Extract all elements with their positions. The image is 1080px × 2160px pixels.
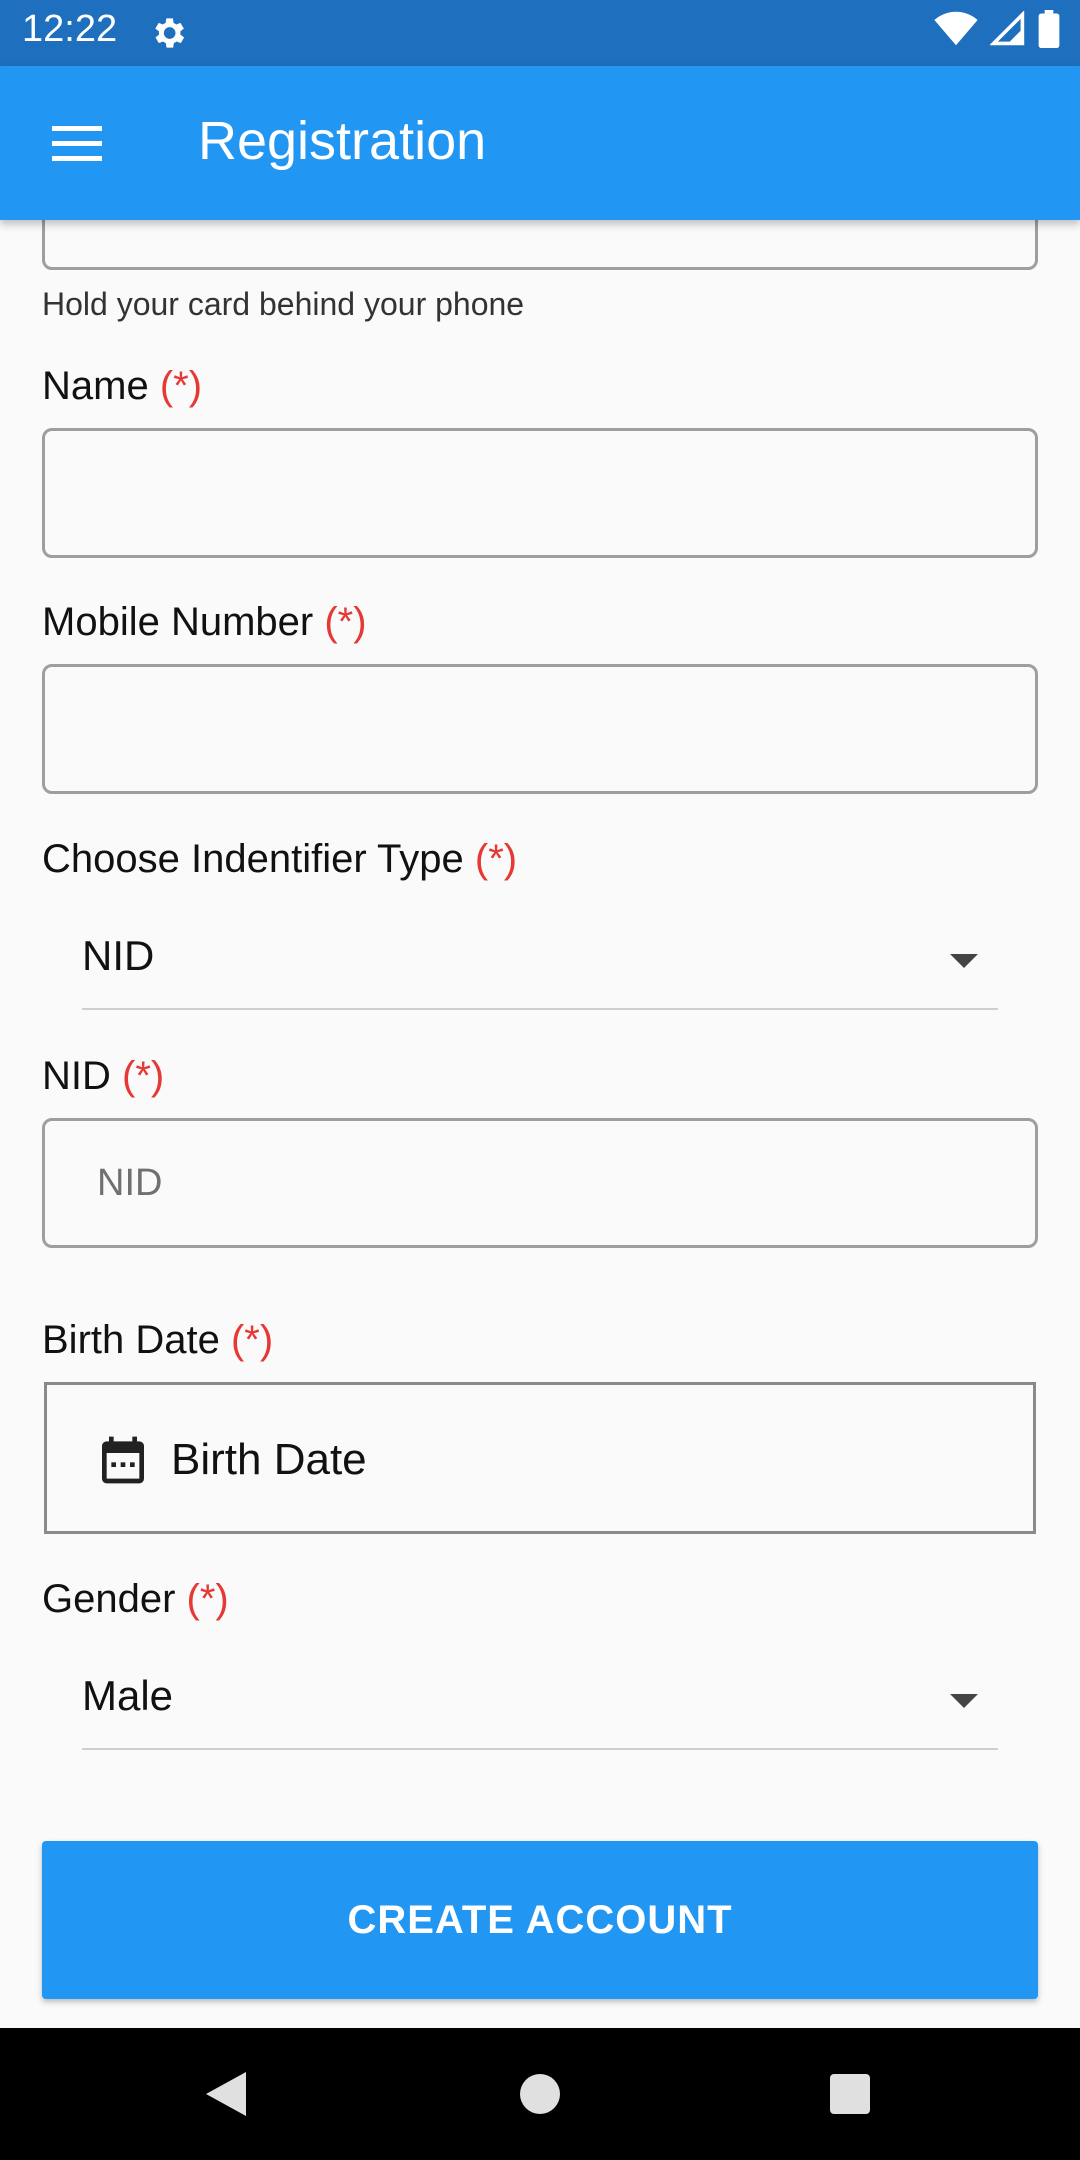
identifier-type-label: Choose Indentifier Type (*) bbox=[42, 837, 517, 882]
required-marker: (*) bbox=[122, 1054, 165, 1098]
required-marker: (*) bbox=[159, 364, 203, 408]
required-marker: (*) bbox=[186, 1577, 229, 1621]
identifier-type-label-text: Choose Indentifier Type bbox=[42, 837, 464, 881]
gear-icon bbox=[155, 18, 185, 48]
page-title: Registration bbox=[198, 111, 487, 171]
gender-selected: Male bbox=[82, 1672, 174, 1719]
name-label-text: Name bbox=[42, 364, 149, 408]
home-icon[interactable] bbox=[520, 2074, 560, 2114]
mobile-label: Mobile Number (*) bbox=[42, 600, 367, 645]
mobile-label-text: Mobile Number bbox=[42, 600, 314, 644]
calendar-icon bbox=[102, 1436, 144, 1484]
birth-date-label: Birth Date (*) bbox=[42, 1318, 273, 1363]
birth-date-text: Birth Date bbox=[171, 1435, 367, 1484]
system-nav-bar bbox=[0, 2028, 1080, 2160]
identifier-type-selected: NID bbox=[82, 932, 155, 979]
nid-label-text: NID bbox=[42, 1054, 111, 1098]
status-time: 12:22 bbox=[22, 8, 118, 50]
required-marker: (*) bbox=[230, 1318, 274, 1362]
gender-label: Gender (*) bbox=[42, 1577, 229, 1622]
name-input[interactable] bbox=[45, 431, 1035, 555]
nid-field-box bbox=[42, 1118, 1038, 1248]
name-field-box bbox=[42, 428, 1038, 558]
back-icon[interactable] bbox=[206, 2072, 246, 2116]
mobile-number-input[interactable] bbox=[45, 667, 1035, 791]
wifi-icon bbox=[934, 11, 978, 46]
gender-dropdown[interactable]: Male bbox=[82, 1650, 998, 1750]
nid-label: NID (*) bbox=[42, 1054, 164, 1099]
required-marker: (*) bbox=[324, 600, 367, 644]
birth-date-picker-button[interactable]: Birth Date bbox=[44, 1382, 1036, 1534]
recent-apps-icon[interactable] bbox=[830, 2074, 870, 2114]
app-bar: Registration bbox=[0, 66, 1080, 220]
status-icons bbox=[934, 10, 1060, 48]
mobile-field-box bbox=[42, 664, 1038, 794]
hamburger-menu-icon[interactable] bbox=[40, 111, 114, 175]
dropdown-arrow-icon bbox=[950, 1694, 978, 1708]
identifier-type-dropdown[interactable]: NID bbox=[82, 910, 998, 1010]
required-marker: (*) bbox=[474, 837, 518, 881]
name-label: Name (*) bbox=[42, 364, 202, 409]
card-hint-text: Hold your card behind your phone bbox=[42, 286, 525, 322]
dropdown-arrow-icon bbox=[950, 954, 978, 968]
create-account-button[interactable]: CREATE ACCOUNT bbox=[42, 1841, 1038, 1999]
battery-icon bbox=[1038, 10, 1060, 48]
nid-input[interactable] bbox=[45, 1121, 1035, 1245]
birth-date-label-text: Birth Date bbox=[42, 1318, 220, 1362]
gender-label-text: Gender bbox=[42, 1577, 176, 1621]
status-bar: 12:22 bbox=[0, 0, 1080, 66]
cellular-signal-icon bbox=[990, 11, 1025, 46]
registration-form: Hold your card behind your phone Name (*… bbox=[0, 160, 1080, 2028]
